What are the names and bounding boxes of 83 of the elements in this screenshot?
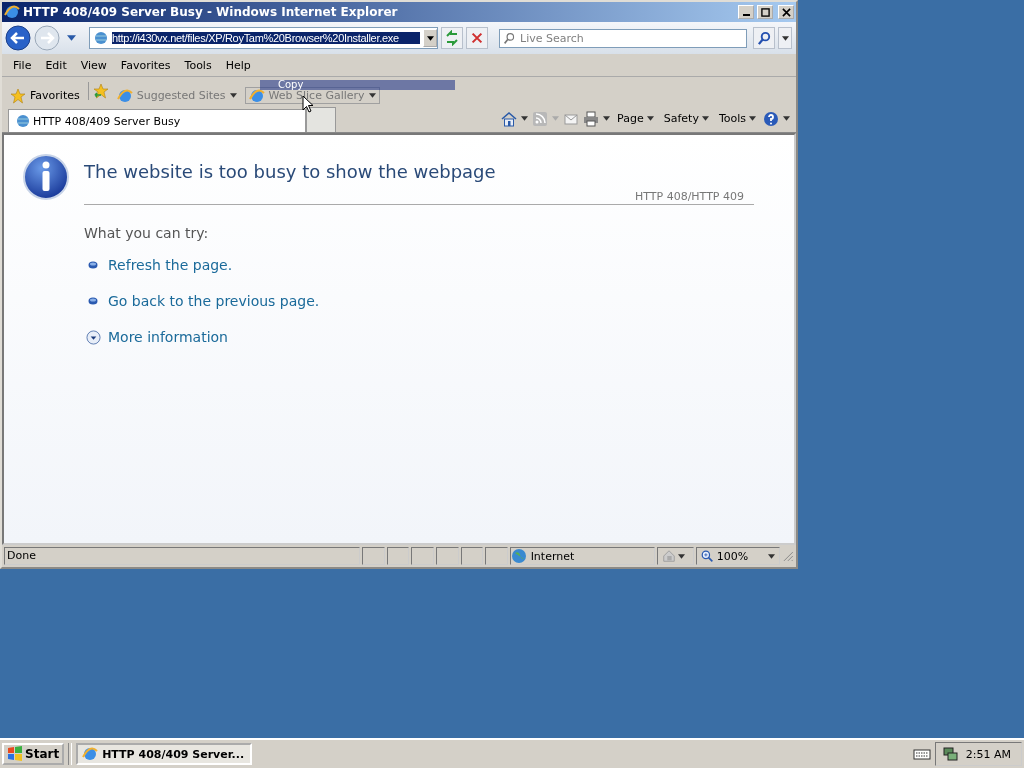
search-options-dropdown[interactable] bbox=[778, 27, 792, 49]
browser-logo-icon bbox=[4, 4, 20, 20]
status-panel bbox=[386, 547, 410, 565]
status-panel bbox=[485, 547, 508, 565]
home-icon[interactable] bbox=[501, 110, 518, 127]
resize-grip[interactable] bbox=[782, 550, 794, 562]
browser-logo-icon bbox=[116, 87, 133, 104]
star-icon bbox=[10, 87, 26, 104]
page-icon bbox=[93, 30, 109, 46]
network-icon[interactable] bbox=[941, 746, 958, 762]
globe-icon bbox=[510, 548, 527, 564]
protected-mode-button[interactable] bbox=[656, 547, 694, 565]
close-button[interactable] bbox=[778, 5, 794, 19]
status-panel bbox=[362, 547, 385, 565]
close-icon bbox=[781, 7, 791, 17]
browser-logo-icon bbox=[248, 87, 265, 104]
caret-icon bbox=[677, 553, 685, 559]
bullet-icon bbox=[88, 261, 98, 269]
maximize-icon bbox=[760, 7, 770, 17]
suggestion-link[interactable]: Go back to the previous page. bbox=[108, 293, 320, 309]
help-icon[interactable] bbox=[763, 110, 779, 127]
info-icon bbox=[22, 153, 70, 201]
caret-icon bbox=[426, 35, 434, 41]
menu-item[interactable]: Edit bbox=[38, 58, 74, 72]
menu-item[interactable]: Tools bbox=[177, 58, 219, 72]
back-button[interactable] bbox=[5, 25, 31, 51]
caret-icon bbox=[368, 93, 376, 98]
maximize-button[interactable] bbox=[757, 5, 773, 19]
error-code: HTTP 408/HTTP 409 bbox=[84, 182, 754, 205]
caret-icon bbox=[646, 116, 654, 121]
caret-icon bbox=[749, 116, 756, 121]
caret-icon bbox=[781, 35, 789, 41]
browser-logo-icon bbox=[82, 746, 99, 762]
favorites-button[interactable]: Favorites bbox=[6, 87, 84, 104]
caret-icon bbox=[768, 553, 776, 559]
suggestion-link[interactable]: Refresh the page. bbox=[108, 257, 233, 273]
keyboard-icon[interactable] bbox=[912, 748, 931, 760]
menu-item[interactable]: View bbox=[73, 58, 114, 72]
suggestion-link[interactable]: More information bbox=[108, 329, 228, 345]
caret-icon[interactable] bbox=[521, 116, 529, 121]
start-button[interactable]: Start bbox=[2, 743, 65, 765]
zoom-icon bbox=[700, 549, 714, 563]
caret-icon bbox=[67, 35, 76, 41]
windows-flag-icon bbox=[7, 746, 23, 762]
minimize-button[interactable] bbox=[738, 5, 754, 19]
stop-icon bbox=[470, 31, 484, 45]
security-zone: Internet bbox=[509, 547, 655, 565]
bullet-icon bbox=[88, 297, 98, 305]
command-menu[interactable]: Tools bbox=[715, 112, 759, 125]
clock: 2:51 AM bbox=[965, 747, 1011, 761]
print-icon[interactable] bbox=[583, 110, 600, 127]
search-field[interactable]: Live Search bbox=[499, 28, 747, 48]
menu-item[interactable]: Help bbox=[218, 58, 258, 72]
expand-icon[interactable] bbox=[86, 329, 101, 345]
taskbar-button[interactable]: HTTP 408/409 Server... bbox=[76, 743, 253, 765]
menu-item[interactable]: File bbox=[6, 58, 39, 72]
command-menu[interactable]: Safety bbox=[660, 112, 712, 125]
address-field[interactable]: http://i430vx.net/files/XP/RoyTam%20Browser%20Installer.exe bbox=[89, 27, 438, 49]
caret-icon bbox=[701, 116, 709, 121]
zoom-button[interactable]: 100% bbox=[695, 547, 781, 565]
house-icon bbox=[661, 549, 676, 563]
refresh-icon bbox=[444, 30, 460, 46]
search-button[interactable] bbox=[753, 27, 775, 49]
search-icon bbox=[756, 30, 772, 46]
browser-tab[interactable]: HTTP 408/409 Server Busy bbox=[8, 109, 306, 132]
search-icon bbox=[503, 31, 516, 45]
minimize-icon bbox=[742, 14, 750, 16]
drag-tooltip: Copy bbox=[260, 80, 455, 90]
status-panel bbox=[411, 547, 434, 565]
caret-icon[interactable] bbox=[603, 116, 611, 121]
status-text: Done bbox=[4, 547, 361, 565]
error-heading: The website is too busy to show the webpage bbox=[84, 161, 497, 182]
caret-icon bbox=[229, 93, 237, 98]
status-panel bbox=[436, 547, 459, 565]
page-icon bbox=[15, 113, 31, 129]
command-menu[interactable]: Page bbox=[614, 112, 657, 125]
window-title: HTTP 408/409 Server Busy - Windows Internet Explorer bbox=[23, 5, 398, 19]
address-dropdown-button[interactable] bbox=[423, 29, 437, 47]
suggestions-label: What you can try: bbox=[84, 225, 210, 241]
stop-button[interactable] bbox=[466, 27, 488, 49]
menu-item[interactable]: Favorites bbox=[113, 58, 178, 72]
status-panel bbox=[460, 547, 484, 565]
caret-icon[interactable] bbox=[783, 116, 790, 121]
